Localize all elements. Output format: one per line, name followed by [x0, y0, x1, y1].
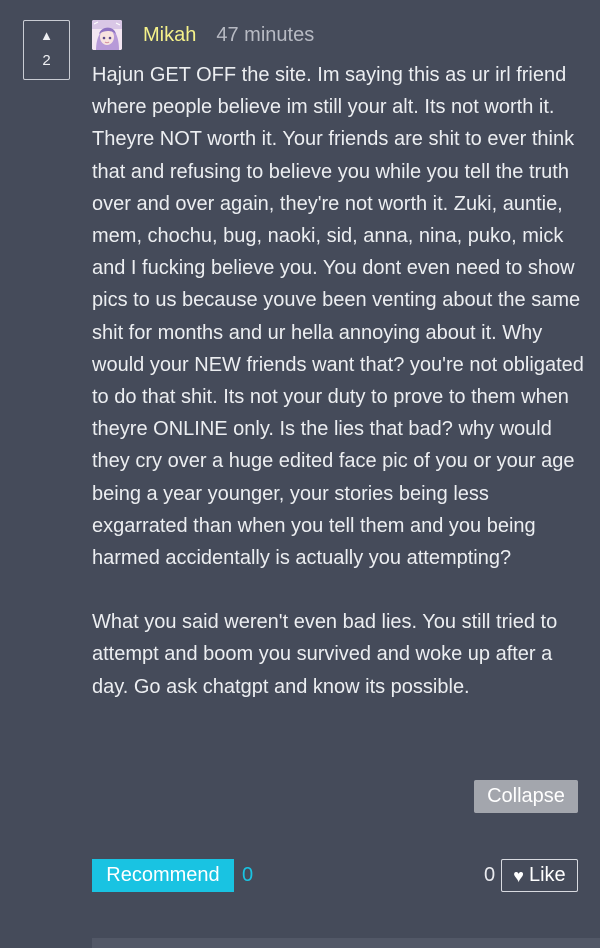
comment-page: ▲ 2 Mikah 47 minutes Hajun GET OFF the s…	[0, 0, 600, 948]
timestamp: 47 minutes	[216, 23, 315, 46]
author-name[interactable]: Mikah	[143, 24, 196, 47]
comment-body: Hajun GET OFF the site. Im saying this a…	[92, 59, 588, 703]
upvote-button[interactable]: ▲ 2	[23, 20, 70, 80]
comment-paragraph: What you said weren't even bad lies. You…	[92, 611, 558, 698]
next-comment-edge	[92, 938, 600, 948]
upvote-arrow-icon[interactable]: ▲	[40, 29, 53, 43]
comment-paragraph: Hajun GET OFF the site. Im saying this a…	[92, 64, 584, 570]
collapse-button[interactable]: Collapse	[474, 780, 578, 813]
heart-icon: ♥	[513, 865, 524, 886]
avatar-image	[92, 20, 122, 50]
comment-header: Mikah 47 minutes	[92, 19, 314, 51]
recommend-button[interactable]: Recommend	[92, 859, 234, 892]
like-label: Like	[528, 864, 566, 886]
vote-count: 2	[42, 52, 51, 69]
recommend-count: 0	[242, 864, 254, 886]
like-button[interactable]: ♥ Like	[501, 859, 578, 892]
avatar[interactable]	[92, 20, 122, 50]
like-count: 0	[484, 864, 496, 886]
